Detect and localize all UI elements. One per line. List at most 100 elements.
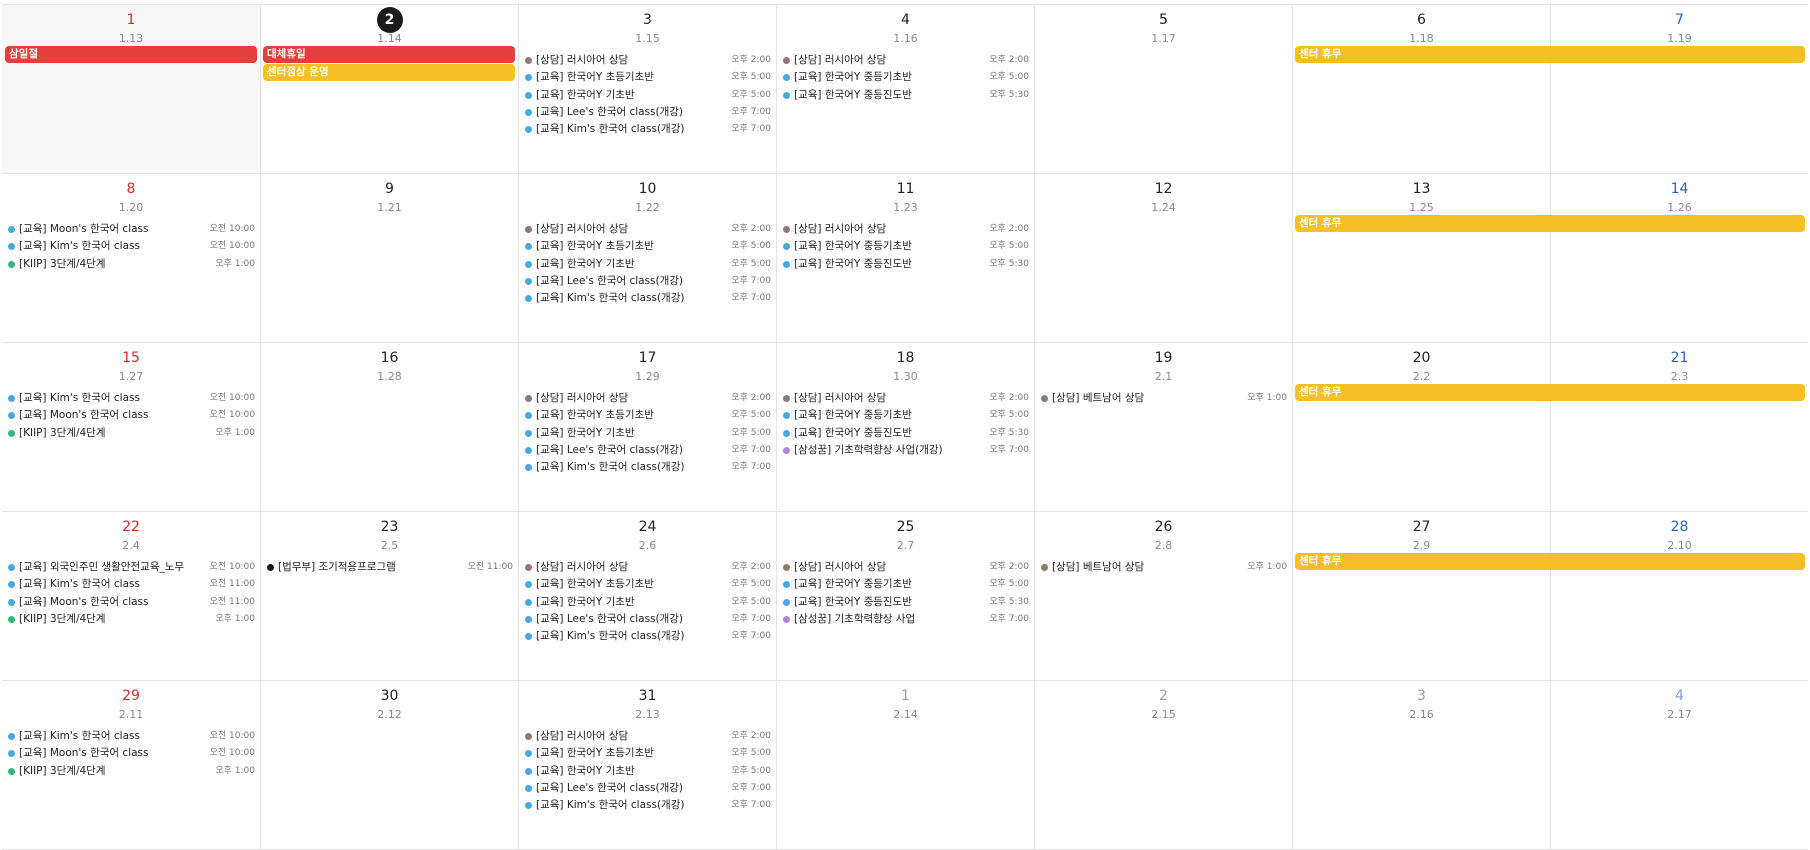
day-cell[interactable]: 1 2.14 (776, 681, 1034, 849)
event-item[interactable]: [교육] Kim's 한국어 class(개강) 오후 7:00 (525, 458, 771, 476)
event-item[interactable]: [교육] 한국어Y 중등기초반 오후 5:00 (783, 237, 1029, 255)
event-item[interactable]: [교육] 한국어Y 중등기초반 오후 5:00 (783, 406, 1029, 424)
day-number[interactable]: 15 (2, 349, 260, 367)
day-cell[interactable]: 10 1.22 [상담] 러시아어 상담 오후 2:00 [교육] 한국어Y 초등기초반… (518, 174, 776, 342)
day-cell[interactable]: 5 1.17 (1034, 5, 1292, 173)
event-item[interactable]: [교육] Moon's 한국어 class 오전 11:00 (8, 593, 255, 611)
event-item[interactable]: [KIIP] 3단계/4단계 오후 1:00 (8, 610, 255, 628)
day-number[interactable]: 28 (1551, 518, 1808, 536)
day-cell[interactable]: 15 1.27 [교육] Kim's 한국어 class 오전 10:00 [교육] M… (2, 343, 260, 511)
event-item[interactable]: [교육] 한국어Y 초등기초반 오후 5:00 (525, 237, 771, 255)
event-item[interactable]: [KIIP] 3단계/4단계 오후 1:00 (8, 762, 255, 780)
day-cell[interactable]: 3 2.16 (1292, 681, 1550, 849)
event-item[interactable]: [교육] 한국어Y 초등기초반 오후 5:00 (525, 68, 771, 86)
day-number[interactable]: 30 (261, 687, 518, 705)
day-number[interactable]: 14 (1551, 180, 1808, 198)
day-number[interactable]: 13 (1293, 180, 1550, 198)
day-number[interactable]: 10 (519, 180, 776, 198)
event-item[interactable]: [교육] 한국어Y 중등진도반 오후 5:30 (783, 593, 1029, 611)
day-cell[interactable]: 4 2.17 (1550, 681, 1808, 849)
event-item[interactable]: [교육] Kim's 한국어 class 오전 10:00 (8, 727, 255, 745)
day-cell[interactable]: 6 1.18 (1292, 5, 1550, 173)
event-item[interactable]: [상담] 러시아어 상담 오후 2:00 (525, 558, 771, 576)
event-item[interactable]: [삼성꿈] 기초학력향상 사업 오후 7:00 (783, 610, 1029, 628)
event-item[interactable]: [상담] 베트남어 상담 오후 1:00 (1041, 558, 1287, 576)
all-day-event[interactable]: 삼일절 (5, 46, 257, 63)
event-item[interactable]: [상담] 러시아어 상담 오후 2:00 (525, 220, 771, 238)
day-number[interactable]: 4 (777, 11, 1034, 29)
day-number[interactable]: 1 (777, 687, 1034, 705)
day-number[interactable]: 20 (1293, 349, 1550, 367)
event-item[interactable]: [교육] 외국인주민 생활안전교육_노무 오전 10:00 (8, 558, 255, 576)
day-cell[interactable]: 27 2.9 (1292, 512, 1550, 680)
event-item[interactable]: [상담] 베트남어 상담 오후 1:00 (1041, 389, 1287, 407)
day-cell[interactable]: 18 1.30 [상담] 러시아어 상담 오후 2:00 [교육] 한국어Y 중등기초반… (776, 343, 1034, 511)
event-item[interactable]: [교육] Lee's 한국어 class(개강) 오후 7:00 (525, 779, 771, 797)
event-item[interactable]: [KIIP] 3단계/4단계 오후 1:00 (8, 255, 255, 273)
day-cell[interactable]: 26 2.8 [상담] 베트남어 상담 오후 1:00 (1034, 512, 1292, 680)
event-item[interactable]: [교육] Lee's 한국어 class(개강) 오후 7:00 (525, 103, 771, 121)
day-number[interactable]: 26 (1035, 518, 1292, 536)
day-number[interactable]: 29 (2, 687, 260, 705)
event-item[interactable]: [교육] Kim's 한국어 class 오전 11:00 (8, 575, 255, 593)
event-item[interactable]: [교육] 한국어Y 중등진도반 오후 5:30 (783, 86, 1029, 104)
day-number[interactable]: 31 (519, 687, 776, 705)
day-cell[interactable]: 29 2.11 [교육] Kim's 한국어 class 오전 10:00 [교육] M… (2, 681, 260, 849)
event-item[interactable]: [교육] 한국어Y 초등기초반 오후 5:00 (525, 744, 771, 762)
all-day-event[interactable]: 대체휴일 (263, 46, 515, 63)
all-day-event[interactable]: 센터정상 운영 (263, 64, 515, 81)
event-item[interactable]: [상담] 러시아어 상담 오후 2:00 (525, 727, 771, 745)
today-indicator[interactable]: 2 (376, 7, 403, 33)
day-number[interactable]: 25 (777, 518, 1034, 536)
event-item[interactable]: [교육] 한국어Y 중등진도반 오후 5:30 (783, 424, 1029, 442)
day-cell[interactable]: 23 2.5 [법무부] 조기적응프로그램 오전 11:00 (260, 512, 518, 680)
all-day-event[interactable]: 센터 휴무 (1295, 215, 1805, 232)
day-number[interactable]: 27 (1293, 518, 1550, 536)
day-cell[interactable]: 8 1.20 [교육] Moon's 한국어 class 오전 10:00 [교육] K… (2, 174, 260, 342)
event-item[interactable]: [교육] 한국어Y 중등기초반 오후 5:00 (783, 575, 1029, 593)
day-cell[interactable]: 12 1.24 (1034, 174, 1292, 342)
day-number[interactable]: 7 (1551, 11, 1808, 29)
day-cell[interactable]: 2 1.14 (260, 5, 518, 173)
day-cell[interactable]: 20 2.2 (1292, 343, 1550, 511)
event-item[interactable]: [교육] 한국어Y 기초반 오후 5:00 (525, 424, 771, 442)
event-item[interactable]: [교육] 한국어Y 초등기초반 오후 5:00 (525, 575, 771, 593)
day-number[interactable]: 12 (1035, 180, 1292, 198)
event-item[interactable]: [교육] 한국어Y 기초반 오후 5:00 (525, 593, 771, 611)
all-day-event[interactable]: 센터 휴무 (1295, 46, 1805, 63)
event-item[interactable]: [교육] 한국어Y 중등기초반 오후 5:00 (783, 68, 1029, 86)
day-cell[interactable]: 31 2.13 [상담] 러시아어 상담 오후 2:00 [교육] 한국어Y 초등기초반… (518, 681, 776, 849)
day-cell[interactable]: 3 1.15 [상담] 러시아어 상담 오후 2:00 [교육] 한국어Y 초등기초반 오… (518, 5, 776, 173)
day-number[interactable]: 19 (1035, 349, 1292, 367)
day-cell[interactable]: 17 1.29 [상담] 러시아어 상담 오후 2:00 [교육] 한국어Y 초등기초반… (518, 343, 776, 511)
event-item[interactable]: [상담] 러시아어 상담 오후 2:00 (783, 51, 1029, 69)
event-item[interactable]: [교육] Lee's 한국어 class(개강) 오후 7:00 (525, 441, 771, 459)
event-item[interactable]: [교육] Lee's 한국어 class(개강) 오후 7:00 (525, 610, 771, 628)
event-item[interactable]: [교육] Kim's 한국어 class(개강) 오후 7:00 (525, 627, 771, 645)
event-item[interactable]: [상담] 러시아어 상담 오후 2:00 (525, 389, 771, 407)
event-item[interactable]: [상담] 러시아어 상담 오후 2:00 (525, 51, 771, 69)
all-day-event[interactable]: 센터 휴무 (1295, 553, 1805, 570)
event-item[interactable]: [교육] 한국어Y 기초반 오후 5:00 (525, 86, 771, 104)
day-cell[interactable]: 24 2.6 [상담] 러시아어 상담 오후 2:00 [교육] 한국어Y 초등기초반 오… (518, 512, 776, 680)
event-item[interactable]: [교육] Moon's 한국어 class 오전 10:00 (8, 406, 255, 424)
day-cell[interactable]: 22 2.4 [교육] 외국인주민 생활안전교육_노무 오전 10:00 [교육] Ki… (2, 512, 260, 680)
event-item[interactable]: [교육] Kim's 한국어 class(개강) 오후 7:00 (525, 796, 771, 814)
event-item[interactable]: [법무부] 조기적응프로그램 오전 11:00 (267, 558, 513, 576)
event-item[interactable]: [교육] Lee's 한국어 class(개강) 오후 7:00 (525, 272, 771, 290)
event-item[interactable]: [상담] 러시아어 상담 오후 2:00 (783, 220, 1029, 238)
day-number[interactable]: 24 (519, 518, 776, 536)
day-number[interactable]: 21 (1551, 349, 1808, 367)
day-cell[interactable]: 2 2.15 (1034, 681, 1292, 849)
day-number[interactable]: 5 (1035, 11, 1292, 29)
day-number[interactable]: 2 (261, 7, 518, 33)
event-item[interactable]: [교육] 한국어Y 초등기초반 오후 5:00 (525, 406, 771, 424)
day-number[interactable]: 6 (1293, 11, 1550, 29)
day-cell[interactable]: 16 1.28 (260, 343, 518, 511)
day-cell[interactable]: 9 1.21 (260, 174, 518, 342)
day-cell[interactable]: 25 2.7 [상담] 러시아어 상담 오후 2:00 [교육] 한국어Y 중등기초반 오… (776, 512, 1034, 680)
day-cell[interactable]: 30 2.12 (260, 681, 518, 849)
event-item[interactable]: [교육] 한국어Y 중등진도반 오후 5:30 (783, 255, 1029, 273)
all-day-event[interactable]: 센터 휴무 (1295, 384, 1805, 401)
event-item[interactable]: [교육] 한국어Y 기초반 오후 5:00 (525, 762, 771, 780)
